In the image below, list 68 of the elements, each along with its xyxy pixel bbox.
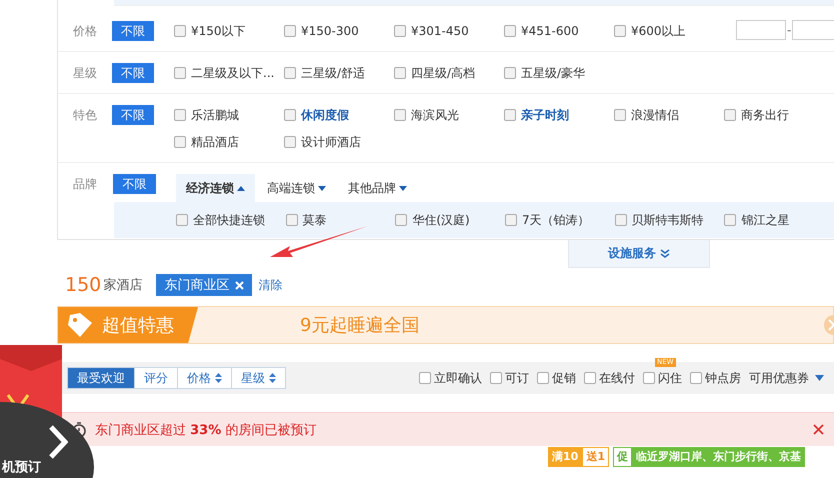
filter-option[interactable]: 五星级/豪华 — [504, 63, 614, 83]
filter-option[interactable]: 三星级/舒适 — [284, 63, 394, 83]
brand-tab[interactable]: 其他品牌 — [338, 174, 417, 202]
sort-tab[interactable]: 星级 — [231, 368, 285, 388]
filter-option[interactable]: 亲子时刻 — [504, 105, 614, 125]
filter-option[interactable]: 二星级及以下... — [174, 63, 284, 83]
promo-text: 临近罗湖口岸、东门步行街、京基 — [632, 447, 805, 467]
sort-icon — [269, 373, 276, 383]
close-icon[interactable] — [813, 424, 824, 435]
caret-icon — [815, 375, 824, 381]
tag-icon — [66, 311, 94, 339]
count-unit: 家酒店 — [103, 277, 142, 294]
double-chevron-icon — [660, 248, 670, 258]
range-dash: - — [787, 23, 792, 37]
gift-badge: 送1 — [582, 447, 609, 467]
brand-tab[interactable]: 经济连锁 — [176, 174, 255, 202]
brand-option[interactable]: 锦江之星 — [724, 210, 834, 230]
brand-option[interactable]: 全部快捷连锁 — [176, 210, 286, 230]
facilities-tab[interactable]: 设施服务 — [568, 240, 710, 268]
quick-filter[interactable]: 在线付 — [584, 370, 635, 386]
unlimited-button[interactable]: 不限 — [112, 63, 154, 83]
sort-tab[interactable]: 评分 — [134, 368, 177, 388]
area-tag[interactable]: 东门商业区 — [156, 274, 252, 296]
filter-label: 品牌 — [73, 176, 98, 193]
filter-option[interactable]: ¥600以上 — [614, 21, 724, 41]
promo-badge: 促 — [612, 447, 632, 467]
hotel-count: 150 — [65, 274, 102, 296]
filter-option[interactable]: 设计师酒店 — [284, 132, 394, 152]
filter-option[interactable]: 精品酒店 — [174, 132, 284, 152]
filter-label: 星级 — [73, 65, 98, 82]
quick-filter[interactable]: 可订 — [490, 370, 529, 386]
max-price-field[interactable] — [792, 20, 834, 40]
filter-option[interactable]: 浪漫情侣 — [614, 105, 724, 125]
filter-option[interactable]: 海滨风光 — [394, 105, 504, 125]
filter-option[interactable]: 乐活鹏城 — [174, 105, 284, 125]
discount-badge: 满10 — [548, 447, 582, 467]
unlimited-button[interactable]: 不限 — [112, 21, 154, 41]
widget-label: 机预订 — [2, 459, 41, 476]
unlimited-button[interactable]: 不限 — [113, 174, 156, 194]
filter-label: 特色 — [73, 107, 98, 124]
coupon-dropdown[interactable]: 可用优惠券 — [749, 370, 824, 386]
sort-tab[interactable]: 价格 — [177, 368, 231, 388]
banner-title: 超值特惠 — [102, 314, 174, 337]
filter-option[interactable]: ¥150-300 — [284, 21, 394, 41]
filter-option[interactable]: ¥301-450 — [394, 21, 504, 41]
unlimited-button[interactable]: 不限 — [112, 105, 154, 125]
quick-filter[interactable]: 立即确认 — [419, 370, 482, 386]
brand-option[interactable]: 莫泰 — [286, 210, 396, 230]
sort-icon — [215, 373, 222, 383]
brand-option[interactable]: 7天（铂涛） — [505, 210, 615, 230]
banner-slogan: 9元起睡遍全国 — [300, 314, 420, 337]
filter-option[interactable]: ¥451-600 — [504, 21, 614, 41]
filter-option[interactable]: 四星级/高档 — [394, 63, 504, 83]
alert-message: 东门商业区超过 33% 的房间已被预订 — [95, 422, 316, 438]
filter-option[interactable]: 休闲度假 — [284, 105, 394, 125]
chevron-right-icon[interactable] — [48, 424, 68, 460]
quick-filter[interactable]: 闪住 — [643, 370, 682, 386]
quick-filter[interactable]: 钟点房 — [690, 370, 741, 386]
filter-label: 价格 — [73, 23, 98, 40]
brand-tab[interactable]: 高端连锁 — [257, 174, 336, 202]
brand-option[interactable]: 华住(汉庭) — [395, 210, 506, 230]
clear-link[interactable]: 清除 — [258, 276, 282, 294]
sort-tab[interactable]: 最受欢迎 — [68, 368, 134, 388]
brand-option[interactable]: 贝斯特韦斯特 — [614, 210, 724, 230]
min-price-field[interactable] — [736, 20, 786, 40]
filter-option[interactable]: 商务出行 — [724, 105, 834, 125]
filter-option[interactable]: ¥150以下 — [174, 21, 284, 41]
quick-filter[interactable]: 促销 — [537, 370, 576, 386]
